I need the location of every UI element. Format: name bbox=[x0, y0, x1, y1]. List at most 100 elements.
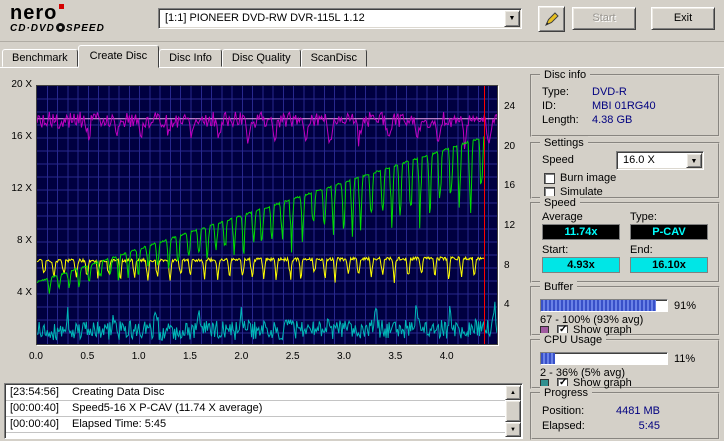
progress-title: Progress bbox=[540, 386, 593, 400]
y-axis-right-label: 20 bbox=[504, 140, 516, 152]
drive-selector-value: [1:1] PIONEER DVD-RW DVR-115L 1.12 bbox=[165, 12, 365, 24]
log-entry-time: [23:54:56] bbox=[10, 386, 59, 398]
tab-disc-info[interactable]: Disc Info bbox=[159, 49, 222, 67]
logo-brand: nero bbox=[10, 3, 105, 23]
disc-icon bbox=[55, 23, 65, 32]
log-entry[interactable]: [00:00:40] Speed5-16 X P-CAV (11.74 X ave… bbox=[6, 401, 505, 417]
tab-page-create-disc: 20 X 16 X 12 X 8 X 4 X 24 20 16 12 8 4 0.0 0.5 1.0 1.5… bbox=[0, 67, 724, 441]
buffer-bar bbox=[540, 299, 668, 312]
x-axis-label: 2.0 bbox=[234, 351, 249, 362]
chevron-down-icon: ▼ bbox=[690, 158, 698, 165]
log-list: [23:54:56] Creating Data Disc [00:00:40] Sp… bbox=[6, 385, 505, 437]
disc-info-panel: Disc info Type: DVD-R ID: MBI 01RG40 Len… bbox=[530, 68, 720, 137]
exit-button[interactable]: Exit bbox=[651, 7, 715, 30]
scroll-down-icon: ▼ bbox=[510, 427, 516, 433]
drive-selector[interactable]: [1:1] PIONEER DVD-RW DVR-115L 1.12 ▼ bbox=[158, 8, 522, 29]
cpu-usage-line bbox=[37, 301, 497, 341]
start-label: Start: bbox=[542, 244, 569, 256]
type-label: Type: bbox=[630, 211, 657, 223]
x-axis-label: 1.5 bbox=[183, 351, 197, 362]
log-entry[interactable]: [00:00:40] Elapsed Time: 5:45 bbox=[6, 417, 505, 433]
cpu-bar bbox=[540, 352, 668, 365]
cpu-bar-fill bbox=[541, 353, 555, 364]
elapsed-label: Elapsed: bbox=[542, 420, 585, 432]
write-speed-chart bbox=[36, 85, 498, 345]
drive-selector-dropdown-button[interactable]: ▼ bbox=[504, 10, 520, 27]
tab-benchmark[interactable]: Benchmark bbox=[2, 49, 78, 67]
disc-info-title: Disc info bbox=[540, 68, 591, 82]
logo-product-right: SPEED bbox=[65, 23, 105, 34]
burn-image-label: Burn image bbox=[560, 172, 617, 184]
y-axis-left-label: 20 X bbox=[11, 79, 32, 90]
scroll-down-button[interactable]: ▼ bbox=[505, 422, 521, 437]
position-value: 4481 MB bbox=[615, 405, 660, 417]
y-axis-left-label: 4 X bbox=[16, 287, 32, 298]
buffer-percent: 91% bbox=[674, 300, 697, 312]
average-value: 11.74x bbox=[542, 224, 620, 240]
y-axis-right-label: 16 bbox=[504, 180, 516, 192]
speed-panel-title: Speed bbox=[540, 196, 580, 210]
end-label: End: bbox=[630, 244, 653, 256]
end-value: 16.10x bbox=[630, 257, 708, 273]
log-entry-time: [00:00:40] bbox=[10, 418, 59, 430]
disc-length-value: 4.38 GB bbox=[592, 114, 633, 126]
exit-button-label: Exit bbox=[673, 12, 693, 24]
write-speed-line bbox=[37, 135, 485, 294]
y-axis-right-label: 24 bbox=[504, 100, 516, 112]
burn-image-checkbox[interactable] bbox=[544, 173, 555, 184]
speed-select-dropdown-button[interactable]: ▼ bbox=[686, 153, 702, 168]
app-header: nero CD·DVD SPEED [1:1] PIONEER DVD-RW DV… bbox=[0, 0, 724, 42]
x-axis-label: 3.5 bbox=[388, 351, 403, 362]
y-axis-right-label: 4 bbox=[504, 299, 510, 311]
scroll-up-button[interactable]: ▲ bbox=[505, 385, 521, 400]
log-entry-text: Speed5-16 X P-CAV (11.74 X average) bbox=[72, 402, 263, 414]
hand-pen-icon bbox=[544, 12, 559, 27]
start-value: 4.93x bbox=[542, 257, 620, 273]
tab-bar: Benchmark Create Disc Disc Info Disc Qua… bbox=[2, 45, 722, 68]
logo-red-dot-icon bbox=[59, 4, 65, 9]
log-entry-text: Creating Data Disc bbox=[72, 386, 165, 398]
start-button[interactable]: Start bbox=[572, 7, 636, 30]
tab-disc-quality[interactable]: Disc Quality bbox=[221, 49, 301, 67]
y-axis-left-label: 12 X bbox=[11, 183, 32, 194]
disc-type-label: Type: bbox=[542, 86, 569, 98]
disc-id-value: MBI 01RG40 bbox=[592, 100, 656, 112]
chart-area: 20 X 16 X 12 X 8 X 4 X 24 20 16 12 8 4 0.0 0.5 1.0 1.5… bbox=[0, 68, 528, 378]
start-button-label: Start bbox=[592, 12, 616, 24]
buffer-panel: Buffer 91% 67 - 100% (93% avg) Show grap… bbox=[530, 280, 720, 336]
disc-length-label: Length: bbox=[542, 114, 579, 126]
logo-product: CD·DVD SPEED bbox=[10, 22, 105, 34]
y-axis-left-label: 16 X bbox=[11, 131, 32, 142]
y-axis-left-label: 8 X bbox=[16, 235, 32, 246]
buffer-title: Buffer bbox=[540, 280, 578, 294]
log-entry-text: Elapsed Time: 5:45 bbox=[72, 418, 167, 430]
speed-setting-label: Speed bbox=[542, 154, 574, 166]
status-log[interactable]: [23:54:56] Creating Data Disc [00:00:40] Sp… bbox=[4, 383, 523, 439]
x-axis-label: 3.0 bbox=[337, 351, 351, 362]
progress-panel: Progress Position: 4481 MB Elapsed: 5:45 bbox=[530, 386, 720, 440]
logo-product-left: CD·DVD bbox=[10, 23, 55, 34]
type-value: P-CAV bbox=[630, 224, 708, 240]
cpu-title: CPU Usage bbox=[540, 333, 607, 347]
write-tool-button[interactable] bbox=[538, 6, 565, 32]
speed-select[interactable]: 16.0 X ▼ bbox=[616, 151, 704, 170]
y-axis-right-label: 8 bbox=[504, 259, 510, 271]
chevron-down-icon: ▼ bbox=[508, 15, 516, 22]
log-entry[interactable]: [23:54:56] Creating Data Disc bbox=[6, 385, 505, 401]
settings-panel: Settings Speed 16.0 X ▼ Burn image Simul… bbox=[530, 136, 720, 199]
buffer-level-line bbox=[37, 110, 497, 150]
speed-select-value: 16.0 X bbox=[623, 154, 655, 166]
tab-scandisc[interactable]: ScanDisc bbox=[300, 49, 368, 67]
settings-title: Settings bbox=[540, 136, 588, 150]
logo-brand-text: nero bbox=[10, 2, 58, 24]
scrollbar-thumb[interactable] bbox=[505, 400, 521, 422]
tab-create-disc[interactable]: Create Disc bbox=[77, 45, 160, 68]
x-axis-label: 1.0 bbox=[131, 351, 146, 362]
elapsed-value: 5:45 bbox=[638, 420, 660, 432]
speed-panel: Speed Average 11.74x Type: P-CAV Start: … bbox=[530, 196, 720, 283]
log-scrollbar[interactable]: ▲ ▼ bbox=[505, 385, 521, 437]
disc-type-value: DVD-R bbox=[592, 86, 627, 98]
x-axis-label: 2.5 bbox=[285, 351, 300, 362]
cpu-panel: CPU Usage 11% 2 - 36% (5% avg) Show grap… bbox=[530, 333, 720, 389]
disc-id-label: ID: bbox=[542, 100, 557, 112]
